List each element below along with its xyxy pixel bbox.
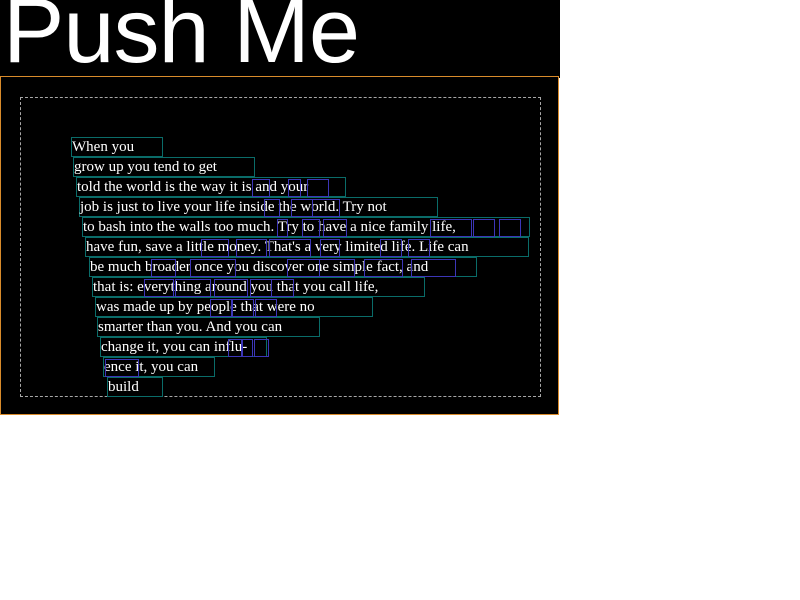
word-outline: [430, 219, 472, 237]
word-outline: [271, 279, 294, 297]
word-outline: [252, 179, 270, 197]
word-outline: [228, 339, 242, 357]
word-outline: [473, 219, 495, 237]
paragraph-line: grow up you tend to get: [73, 157, 255, 177]
paragraph-line: build: [107, 377, 163, 397]
paragraph-line: to bash into the walls too much. Try to …: [82, 217, 530, 237]
word-outline: [175, 279, 211, 297]
word-outline: [320, 239, 340, 257]
word-outline: [255, 299, 277, 317]
word-outline: [250, 279, 272, 297]
word-outline: [288, 179, 301, 197]
word-outline: [242, 339, 253, 357]
paragraph-line: smarter than you. And you can: [97, 317, 320, 337]
word-outline: [277, 219, 288, 237]
word-outline: [319, 259, 355, 277]
word-outline: [264, 199, 280, 217]
paragraph-line: was made up by people that were no: [95, 297, 373, 317]
word-outline: [214, 279, 248, 297]
word-outline: [190, 259, 236, 277]
paragraph-line: be much broader once you discover one si…: [89, 257, 477, 277]
word-outline: [411, 259, 456, 277]
word-outline: [236, 239, 267, 257]
paragraph-line: change it, you can influ-: [100, 337, 269, 357]
word-outline: [364, 259, 403, 277]
paragraph-line: ence it, you can: [103, 357, 215, 377]
word-outline: [210, 299, 232, 317]
word-outline: [307, 179, 329, 197]
page: Push Me When you grow up you tend to get…: [0, 0, 800, 600]
word-outline: [254, 339, 269, 357]
push-me-button-label[interactable]: Push Me: [3, 0, 360, 77]
word-outline: [499, 219, 521, 237]
word-outline: [144, 279, 174, 297]
word-outline: [312, 199, 340, 217]
paragraph-line: job is just to live your life inside the…: [79, 197, 438, 217]
word-outline: [105, 359, 139, 377]
word-outline: [201, 239, 229, 257]
word-outline: [232, 299, 254, 317]
word-outline: [302, 219, 320, 237]
word-outline: [287, 259, 320, 277]
paragraph-line: have fun, save a little money. That's a …: [85, 237, 529, 257]
push-button-area[interactable]: Push Me: [0, 0, 560, 78]
word-outline: [269, 239, 311, 257]
word-outline: [151, 259, 176, 277]
word-outline: [291, 199, 313, 217]
paragraph-line: When you: [71, 137, 163, 157]
word-outline: [380, 239, 402, 257]
paragraph-line: that is: everything around you that you …: [92, 277, 425, 297]
text-panel: When you grow up you tend to get told th…: [0, 76, 559, 415]
word-outline: [408, 239, 430, 257]
paragraph-line: told the world is the way it is and your: [76, 177, 346, 197]
word-outline: [323, 219, 347, 237]
